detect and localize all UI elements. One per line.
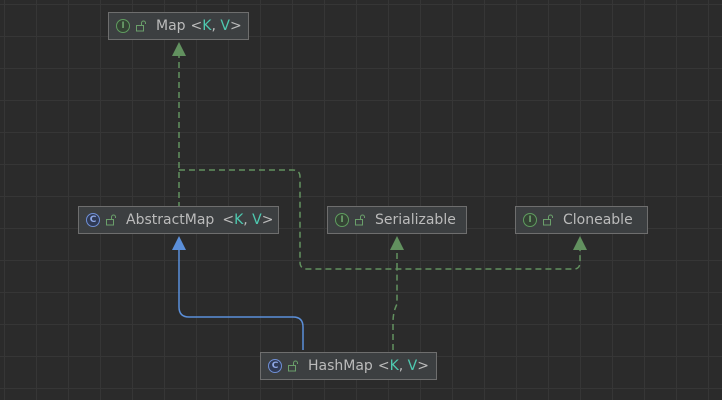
abstract-class-icon: C — [86, 213, 100, 227]
open-lock-icon — [543, 214, 553, 226]
arrowhead-abstractmap — [172, 236, 186, 250]
node-abstractmap[interactable]: C AbstractMap < K , V > — [78, 206, 279, 234]
arrowhead-cloneable — [573, 236, 587, 250]
edge-hashmap-to-abstractmap — [178, 248, 304, 350]
node-hashmap-name: HashMap — [308, 358, 373, 374]
arrowhead-serializable — [390, 236, 404, 250]
node-abstractmap-open: < — [222, 212, 235, 228]
node-map-param-v: V — [220, 18, 230, 34]
interface-icon: I — [523, 213, 537, 227]
node-cloneable-name: Cloneable — [563, 212, 633, 228]
node-map-name: Map — [156, 18, 186, 34]
node-abstractmap-close: > — [261, 212, 274, 228]
node-hashmap-close: > — [417, 358, 429, 374]
arrowhead-map — [172, 42, 186, 56]
node-map-sep: , — [211, 18, 221, 34]
interface-icon: I — [335, 213, 349, 227]
node-hashmap-sep: , — [398, 358, 408, 374]
interface-icon: I — [116, 19, 130, 33]
node-abstractmap-param-k: K — [234, 212, 244, 228]
node-abstractmap-param-v: V — [252, 212, 262, 228]
open-lock-icon — [355, 214, 365, 226]
open-lock-icon — [288, 360, 298, 372]
node-map-open: < — [190, 18, 203, 34]
node-cloneable[interactable]: I Cloneable — [515, 206, 648, 234]
node-serializable-name: Serializable — [375, 212, 456, 228]
diagram-canvas[interactable]: I Map < K , V > C AbstractMap < K , V > … — [0, 0, 722, 400]
node-map-param-k: K — [202, 18, 212, 34]
node-hashmap-param-v: V — [407, 358, 418, 374]
node-hashmap-param-k: K — [389, 358, 399, 374]
class-icon: C — [268, 359, 282, 373]
open-lock-icon — [136, 20, 146, 32]
node-hashmap-open: < — [377, 358, 390, 374]
node-serializable[interactable]: I Serializable — [327, 206, 467, 234]
open-lock-icon — [106, 214, 116, 226]
node-abstractmap-sep: , — [243, 212, 253, 228]
node-map-close: > — [229, 18, 242, 34]
node-map[interactable]: I Map < K , V > — [108, 12, 249, 40]
diagram-edges — [172, 42, 587, 350]
node-hashmap[interactable]: C HashMap < K , V > — [260, 352, 437, 380]
edge-hashmap-to-interfaces — [392, 269, 398, 350]
node-abstractmap-name: AbstractMap — [126, 212, 215, 228]
